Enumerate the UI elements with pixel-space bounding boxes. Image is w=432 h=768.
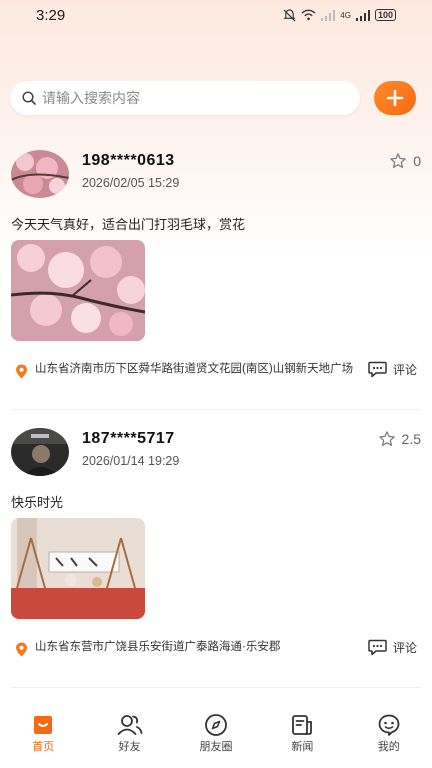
search-input[interactable] [42,90,332,106]
post-header: 198****0613 2026/02/05 15:29 0 [11,150,421,210]
post-divider [11,687,421,688]
avatar[interactable] [11,428,69,476]
post-date: 2026/01/14 19:29 [82,454,180,468]
comment-label: 评论 [392,363,417,377]
star-icon [378,431,395,446]
like-count: 2.5 [401,431,421,447]
post-username[interactable]: 198****0613 [82,152,175,170]
search-row [10,80,420,116]
post-image-cherry-blossoms[interactable] [11,240,145,341]
tab-friends[interactable]: 好友 [95,712,165,754]
compass-icon [205,714,227,736]
tab-label: 我的 [377,741,400,753]
like-button[interactable]: 2.5 [378,430,421,448]
post-username[interactable]: 187****5717 [82,430,175,448]
comment-label: 评论 [392,641,417,655]
comment-icon [368,639,387,656]
tab-moments[interactable]: 朋友圈 [181,712,251,754]
post-header: 187****5717 2026/01/14 19:29 2.5 [11,428,421,488]
tab-profile[interactable]: 我的 [354,712,424,754]
tab-label: 好友 [118,741,141,753]
post-feed: 198****0613 2026/02/05 15:29 0 今天天气真好，适合… [0,140,432,766]
location-row: 山东省东营市广饶县乐安街道广泰路海通·乐安郡 评论 [11,639,421,675]
signal-icon [321,9,336,21]
post-date: 2026/02/05 15:29 [82,176,180,190]
network-type-label: 4G [340,10,351,20]
comment-icon [368,361,387,378]
location-pin-icon [16,364,27,379]
post-text: 快乐时光 [11,495,64,510]
like-count: 0 [413,153,421,169]
plus-icon [386,89,404,107]
comment-button[interactable]: 评论 [368,361,417,378]
like-button[interactable]: 0 [389,152,421,170]
bottom-tab-bar: 首页 好友 朋友圈 新闻 我的 [0,706,432,768]
friends-icon [117,715,142,735]
wifi-icon [301,9,316,21]
post-image-party-decor[interactable] [11,518,145,619]
location-text: 山东省东营市广饶县乐安街道广泰路海通·乐安郡 [35,641,281,653]
post-card[interactable]: 187****5717 2026/01/14 19:29 2.5 快乐时光 山东… [0,428,432,675]
avatar[interactable] [11,150,69,198]
location-pin-icon [16,642,27,657]
status-icons: 4G 100 [283,8,396,22]
search-icon [22,91,36,105]
signal-icon-2 [355,9,370,21]
post-divider [11,409,421,410]
location-row: 山东省济南市历下区舜华路街道贤文花园(南区)山钢新天地广场 评论 [11,361,421,397]
battery-indicator: 100 [374,9,396,21]
tab-label: 首页 [32,741,55,753]
post-card[interactable]: 198****0613 2026/02/05 15:29 0 今天天气真好，适合… [0,150,432,397]
news-icon [292,715,313,735]
status-bar: 3:29 4G 100 [0,0,432,30]
mute-bell-icon [283,8,296,21]
search-box[interactable] [10,81,360,115]
add-post-button[interactable] [374,81,416,115]
tab-home[interactable]: 首页 [8,712,78,754]
comment-button[interactable]: 评论 [368,639,417,656]
location-text: 山东省济南市历下区舜华路街道贤文花园(南区)山钢新天地广场 [35,363,354,375]
tab-label: 新闻 [291,741,314,753]
profile-icon [378,714,400,736]
status-time: 3:29 [36,6,66,24]
tab-label: 朋友圈 [199,741,233,753]
home-icon [34,716,53,734]
post-text: 今天天气真好，适合出门打羽毛球，赏花 [11,217,246,232]
tab-news[interactable]: 新闻 [267,712,337,754]
star-icon [390,153,406,168]
